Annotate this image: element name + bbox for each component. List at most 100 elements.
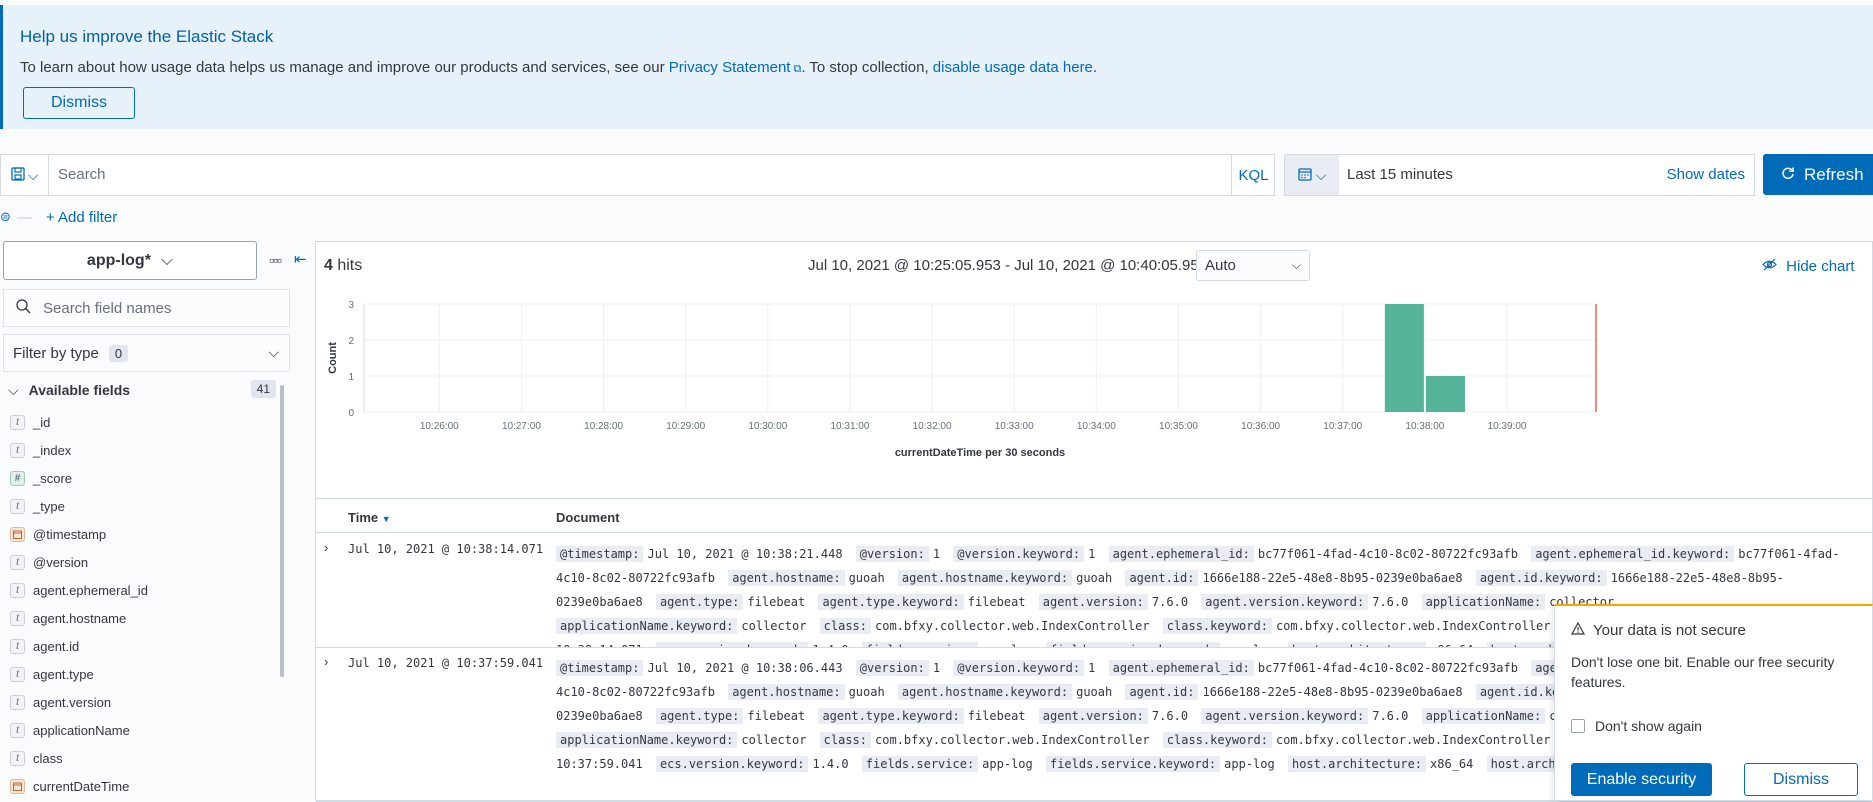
hide-chart-button[interactable]: Hide chart (1762, 258, 1855, 275)
doc-field-value: 1 (1088, 547, 1096, 561)
index-pattern-selector[interactable]: app-log* ⌵ (3, 241, 257, 280)
field-item[interactable]: currentDateTime (10, 772, 272, 800)
privacy-statement-link[interactable]: Privacy Statement (669, 59, 791, 76)
doc-field-key: agent.hostname: (728, 570, 845, 586)
dont-show-again-checkbox[interactable]: Don't show again (1571, 718, 1702, 734)
filter-by-type-button[interactable]: Filter by type 0 ⌵ (3, 334, 290, 372)
string-field-icon: t (10, 414, 25, 430)
doc-field-value: com.bfxy.collector.web.IndexController (875, 619, 1150, 633)
doc-field-key: @version: (855, 546, 929, 562)
x-tick-label: 10:34:00 (1077, 421, 1116, 432)
toast-dismiss-button[interactable]: Dismiss (1744, 763, 1858, 796)
callout-dismiss-button[interactable]: Dismiss (23, 87, 135, 119)
field-item[interactable]: t agent.version (10, 688, 272, 716)
field-name: _id (33, 414, 51, 430)
usage-data-callout: Help us improve the Elastic Stack To lea… (0, 5, 1873, 129)
field-name: @version (33, 554, 89, 570)
eye-closed-icon (1762, 258, 1781, 275)
field-item[interactable]: t agent.type (10, 660, 272, 688)
x-tick-label: 10:30:00 (748, 421, 787, 432)
refresh-button[interactable]: Refresh (1763, 154, 1873, 195)
sidebar-scrollbar[interactable] (280, 385, 284, 677)
x-tick-label: 10:32:00 (913, 421, 952, 432)
string-field-icon: t (10, 582, 25, 598)
checkbox[interactable] (1571, 719, 1585, 733)
interval-select[interactable]: Auto ⌵ (1196, 250, 1310, 281)
x-tick-label: 10:27:00 (502, 421, 541, 432)
string-field-icon: t (10, 554, 25, 570)
y-tick-label: 0 (348, 408, 354, 419)
doc-field-key: agent.id: (1125, 570, 1199, 586)
field-item[interactable]: t agent.id (10, 632, 272, 660)
x-tick-label: 10:33:00 (995, 421, 1034, 432)
date-range-display[interactable]: Last 15 minutes (1347, 166, 1453, 183)
query-language-toggle[interactable]: KQL (1231, 155, 1275, 195)
chevron-down-icon: ⌵ (160, 251, 174, 269)
search-input[interactable]: Search (58, 166, 106, 183)
field-item[interactable]: t applicationName (10, 716, 272, 744)
field-item[interactable]: @timestamp (10, 520, 272, 548)
more-options-icon[interactable]: ▫▫▫ (269, 252, 282, 268)
filter-count-badge: 0 (108, 344, 129, 362)
doc-field-key: host.architecture: (1287, 756, 1427, 772)
chevron-down-icon: ⌵ (1291, 258, 1301, 272)
expand-row-icon[interactable]: › (324, 654, 328, 669)
doc-field-key: agent.id: (1125, 684, 1199, 700)
add-filter-button[interactable]: + Add filter (46, 209, 117, 226)
date-field-icon (10, 526, 25, 542)
chevron-down-icon: ⌵ (1315, 166, 1327, 183)
doc-field-key: agent.version.keyword: (1201, 708, 1369, 724)
doc-field-value: guoah (1076, 571, 1113, 585)
field-item[interactable]: t _type (10, 492, 272, 520)
available-fields-header[interactable]: ⌵ Available fields 41 (8, 380, 276, 400)
doc-field-value: Jul 10, 2021 @ 10:38:21.448 (647, 547, 843, 561)
filter-options-icon[interactable]: ⊜ (0, 209, 11, 225)
field-search-input[interactable]: Search field names (3, 289, 290, 327)
field-item[interactable]: t _id (10, 408, 272, 436)
doc-field-key: agent.id.keyword: (1475, 570, 1607, 586)
enable-security-button[interactable]: Enable security (1571, 763, 1712, 796)
field-item[interactable]: # _score (10, 464, 272, 492)
quick-menu-button[interactable]: ⌵ (1285, 155, 1339, 195)
disable-usage-data-link[interactable]: disable usage data here (933, 59, 1093, 76)
field-item[interactable]: t agent.ephemeral_id (10, 576, 272, 604)
chevron-down-icon: ⌵ (27, 166, 39, 183)
x-tick-label: 10:29:00 (666, 421, 705, 432)
doc-field-key: agent.type.keyword: (818, 594, 964, 610)
doc-field-key: agent.hostname.keyword: (897, 684, 1073, 700)
doc-field-key: @version.keyword: (953, 660, 1085, 676)
x-axis-title: currentDateTime per 30 seconds (895, 447, 1065, 459)
doc-field-key: class.keyword: (1162, 618, 1272, 634)
field-item[interactable]: t class (10, 744, 272, 772)
collapse-sidebar-icon[interactable]: ⇤ (294, 250, 307, 268)
security-toast: Your data is not secure Don't lose one b… (1554, 604, 1873, 801)
chart-date-range: Jul 10, 2021 @ 10:25:05.953 - Jul 10, 20… (808, 257, 1208, 274)
doc-field-value: collector (741, 619, 807, 633)
field-item[interactable]: t _index (10, 436, 272, 464)
show-dates-link[interactable]: Show dates (1667, 166, 1745, 183)
doc-field-value: guoah (1076, 685, 1113, 699)
x-tick-label: 10:39:00 (1488, 421, 1527, 432)
field-name: applicationName (33, 722, 130, 738)
row-time: Jul 10, 2021 @ 10:38:14.071 (348, 542, 544, 556)
doc-field-key: fields.service: (861, 756, 979, 772)
field-item[interactable]: t @version (10, 548, 272, 576)
field-name: @timestamp (33, 526, 107, 542)
chevron-down-icon: ⌵ (8, 381, 19, 398)
document-table-header: Time ▼ Document (316, 498, 1872, 533)
doc-field-value: Jul 10, 2021 @ 10:38:06.443 (647, 661, 843, 675)
saved-query-button[interactable]: ⌵ (1, 155, 49, 195)
number-field-icon: # (10, 470, 25, 486)
doc-field-value: filebeat (967, 595, 1026, 609)
field-list: t _id t _index # _score t _type @timestamp t @vers… (10, 408, 272, 800)
field-item[interactable]: t agent.hostname (10, 604, 272, 632)
doc-field-key: agent.ephemeral_id: (1108, 660, 1254, 676)
field-name: _score (33, 470, 73, 486)
doc-field-key: @timestamp: (556, 546, 644, 562)
doc-field-key: applicationName: (1421, 708, 1546, 724)
doc-field-value: 7.6.0 (1151, 595, 1189, 609)
time-column-header[interactable]: Time ▼ (348, 510, 391, 525)
doc-field-value: 1 (1088, 661, 1096, 675)
expand-row-icon[interactable]: › (324, 540, 328, 555)
field-name: agent.id (33, 638, 80, 654)
